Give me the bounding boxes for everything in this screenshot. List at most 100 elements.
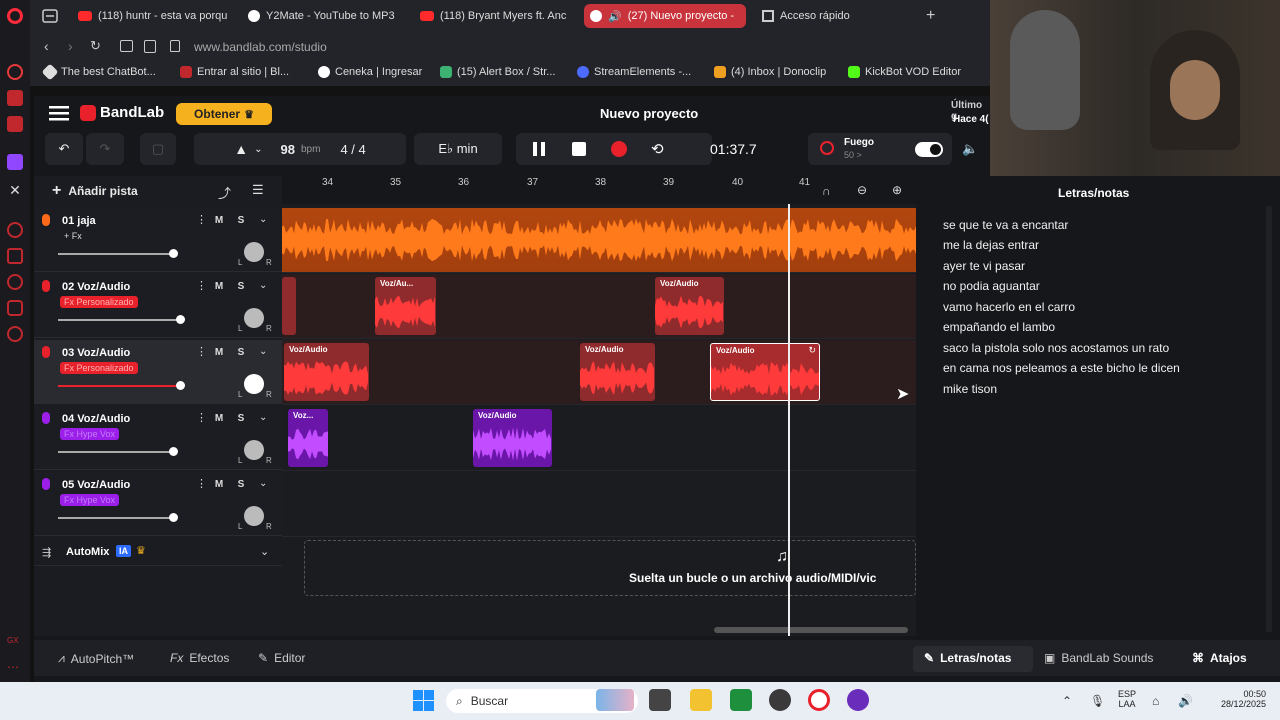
volume-thumb[interactable] [176,381,185,390]
project-title[interactable]: Nuevo proyecto [600,106,698,121]
lane-03[interactable]: Voz/Audio Voz/Audio Voz/Audio ↻ [282,340,916,405]
fuego-sub[interactable]: 50 > [844,150,862,160]
add-track-button[interactable]: + Añadir pista [44,179,154,203]
sounds-tab[interactable]: ▣ BandLab Sounds [1044,651,1153,665]
lane-05[interactable] [282,472,916,537]
forward-icon[interactable]: › [68,38,73,54]
bookmark-ceneka[interactable]: Ceneka | Ingresar [318,66,422,78]
volume-thumb[interactable] [169,447,178,456]
lyrics-scrollbar[interactable] [1266,206,1272,632]
lyrics-tab[interactable]: ✎ Letras/notas [924,651,1011,665]
volume-slider[interactable] [58,319,182,321]
file-explorer-icon[interactable] [690,689,712,711]
time-signature[interactable]: 4 / 4 [340,142,365,157]
loop-region-button[interactable]: ▢ [140,133,176,165]
lyrics-line[interactable]: mike tison [943,382,997,396]
url-field[interactable]: www.bandlab.com/studio [194,40,327,54]
audio-clip[interactable]: Voz... [288,409,328,467]
track-name[interactable]: 05 Voz/Audio [62,479,130,491]
chevron-down-icon[interactable]: ⌄ [259,412,267,423]
volume-slider[interactable] [58,451,174,453]
track-name[interactable]: 01 jaja [62,215,96,227]
menu-icon[interactable] [49,106,69,121]
volume-slider[interactable] [58,385,182,387]
reload-icon[interactable]: ↻ [90,38,101,54]
horizontal-scrollbar[interactable] [714,627,908,633]
volume-slider[interactable] [58,517,174,519]
add-fx-button[interactable]: + Fx [60,230,86,242]
tab-acceso-rapido[interactable]: Acceso rápido [756,4,926,28]
tab-y2mate[interactable]: Y2Mate - YouTube to MP3 [242,4,414,28]
lyrics-line[interactable]: vamo hacerlo en el carro [943,300,1075,314]
lyrics-line[interactable]: ayer te vi pasar [943,259,1025,273]
bookmark-donoclip[interactable]: (4) Inbox | Donoclip [714,66,826,78]
track-row-02[interactable]: 02 Voz/Audio Fx Personalizado ⋮ M S ⌄ L … [34,274,282,338]
crypto-wallet-icon[interactable] [7,248,23,264]
microphone-icon[interactable]: 🎙 [1090,694,1105,708]
audio-clip[interactable] [282,277,296,335]
volume-thumb[interactable] [169,513,178,522]
mute-button[interactable]: M [211,413,227,424]
lane-04[interactable]: Voz... Voz/Audio [282,406,916,471]
zoom-out-icon[interactable]: ⊖ [857,183,867,197]
lyrics-line[interactable]: se que te va a encantar [943,218,1068,232]
record-icon[interactable] [611,141,627,157]
volume-icon[interactable]: 🔈 [962,141,978,157]
loop-clip-icon[interactable]: ↻ [808,345,816,356]
mail-icon[interactable] [7,116,23,132]
tab-nuevo-proyecto[interactable]: 🔊 (27) Nuevo proyecto - [584,4,746,28]
mixer-icon[interactable]: ☰ [252,182,264,198]
fx-preset-button[interactable]: Fx Hype Vox [60,428,120,440]
volume-thumb[interactable] [176,315,185,324]
track-options-icon[interactable]: ⋮ [196,345,207,358]
track-row-05[interactable]: 05 Voz/Audio Fx Hype Vox ⋮ M S ⌄ L R [34,472,282,536]
tab-list-icon[interactable] [42,9,58,23]
playhead[interactable] [788,204,790,636]
chevron-up-icon[interactable]: ⌃ [1062,694,1072,708]
redo-button[interactable]: ↷ [86,133,124,165]
chevron-down-icon[interactable]: ⌄ [259,346,267,357]
speaker-icon[interactable]: 🔊 [608,10,622,23]
pan-knob[interactable] [244,440,264,460]
track-options-icon[interactable]: ⋮ [196,279,207,292]
autopitch-button[interactable]: ⩘ AutoPitch™ [58,651,134,666]
audio-clip[interactable] [282,208,916,272]
solo-button[interactable]: S [233,215,249,226]
pan-knob[interactable] [244,242,264,262]
automation-icon[interactable]: ⤴ [218,183,231,202]
fx-preset-button[interactable]: Fx Personalizado [60,296,138,308]
shortcuts-button[interactable]: ⌘ Atajos [1192,651,1247,665]
volume-slider[interactable] [58,253,174,255]
track-row-01[interactable]: 01 jaja + Fx ⋮ M S ⌄ L R [34,208,282,272]
pinboard-icon[interactable] [7,90,23,106]
tab-bryant-myers[interactable]: (118) Bryant Myers ft. Anc [414,4,586,28]
chevron-down-icon[interactable]: ⌄ [259,478,267,489]
audio-clip[interactable]: Voz/Audio [655,277,724,335]
track-name[interactable]: 04 Voz/Audio [62,413,130,425]
bookmark-entrar[interactable]: Entrar al sitio | Bl... [180,66,289,78]
opera-logo-icon[interactable] [7,8,23,24]
track-options-icon[interactable]: ⋮ [196,477,207,490]
new-tab-icon[interactable]: + [926,7,935,25]
track-name[interactable]: 03 Voz/Audio [62,347,130,359]
opera-gx-icon[interactable] [808,689,830,711]
fx-preset-button[interactable]: Fx Personalizado [60,362,138,374]
history-icon[interactable] [7,274,23,290]
pan-knob[interactable] [244,374,264,394]
zoom-in-icon[interactable]: ⊕ [892,183,902,197]
more-icon[interactable]: ⋯ [7,660,23,676]
pause-icon[interactable] [533,142,537,156]
track-name[interactable]: 02 Voz/Audio [62,281,130,293]
app-icon-2[interactable] [847,689,869,711]
chevron-down-icon[interactable]: ⌄ [254,144,262,155]
back-icon[interactable]: ‹ [44,38,49,54]
mute-button[interactable]: M [211,479,227,490]
track-row-04[interactable]: 04 Voz/Audio Fx Hype Vox ⋮ M S ⌄ L R [34,406,282,470]
fuego-toggle[interactable] [915,142,943,157]
stop-icon[interactable] [572,142,586,156]
audio-clip[interactable]: Voz/Audio [473,409,552,467]
selected-audio-clip[interactable]: Voz/Audio ↻ [710,343,820,401]
audio-clip[interactable]: Voz/Audio [284,343,369,401]
pan-knob[interactable] [244,308,264,328]
lyrics-line[interactable]: empañando el lambo [943,320,1055,334]
